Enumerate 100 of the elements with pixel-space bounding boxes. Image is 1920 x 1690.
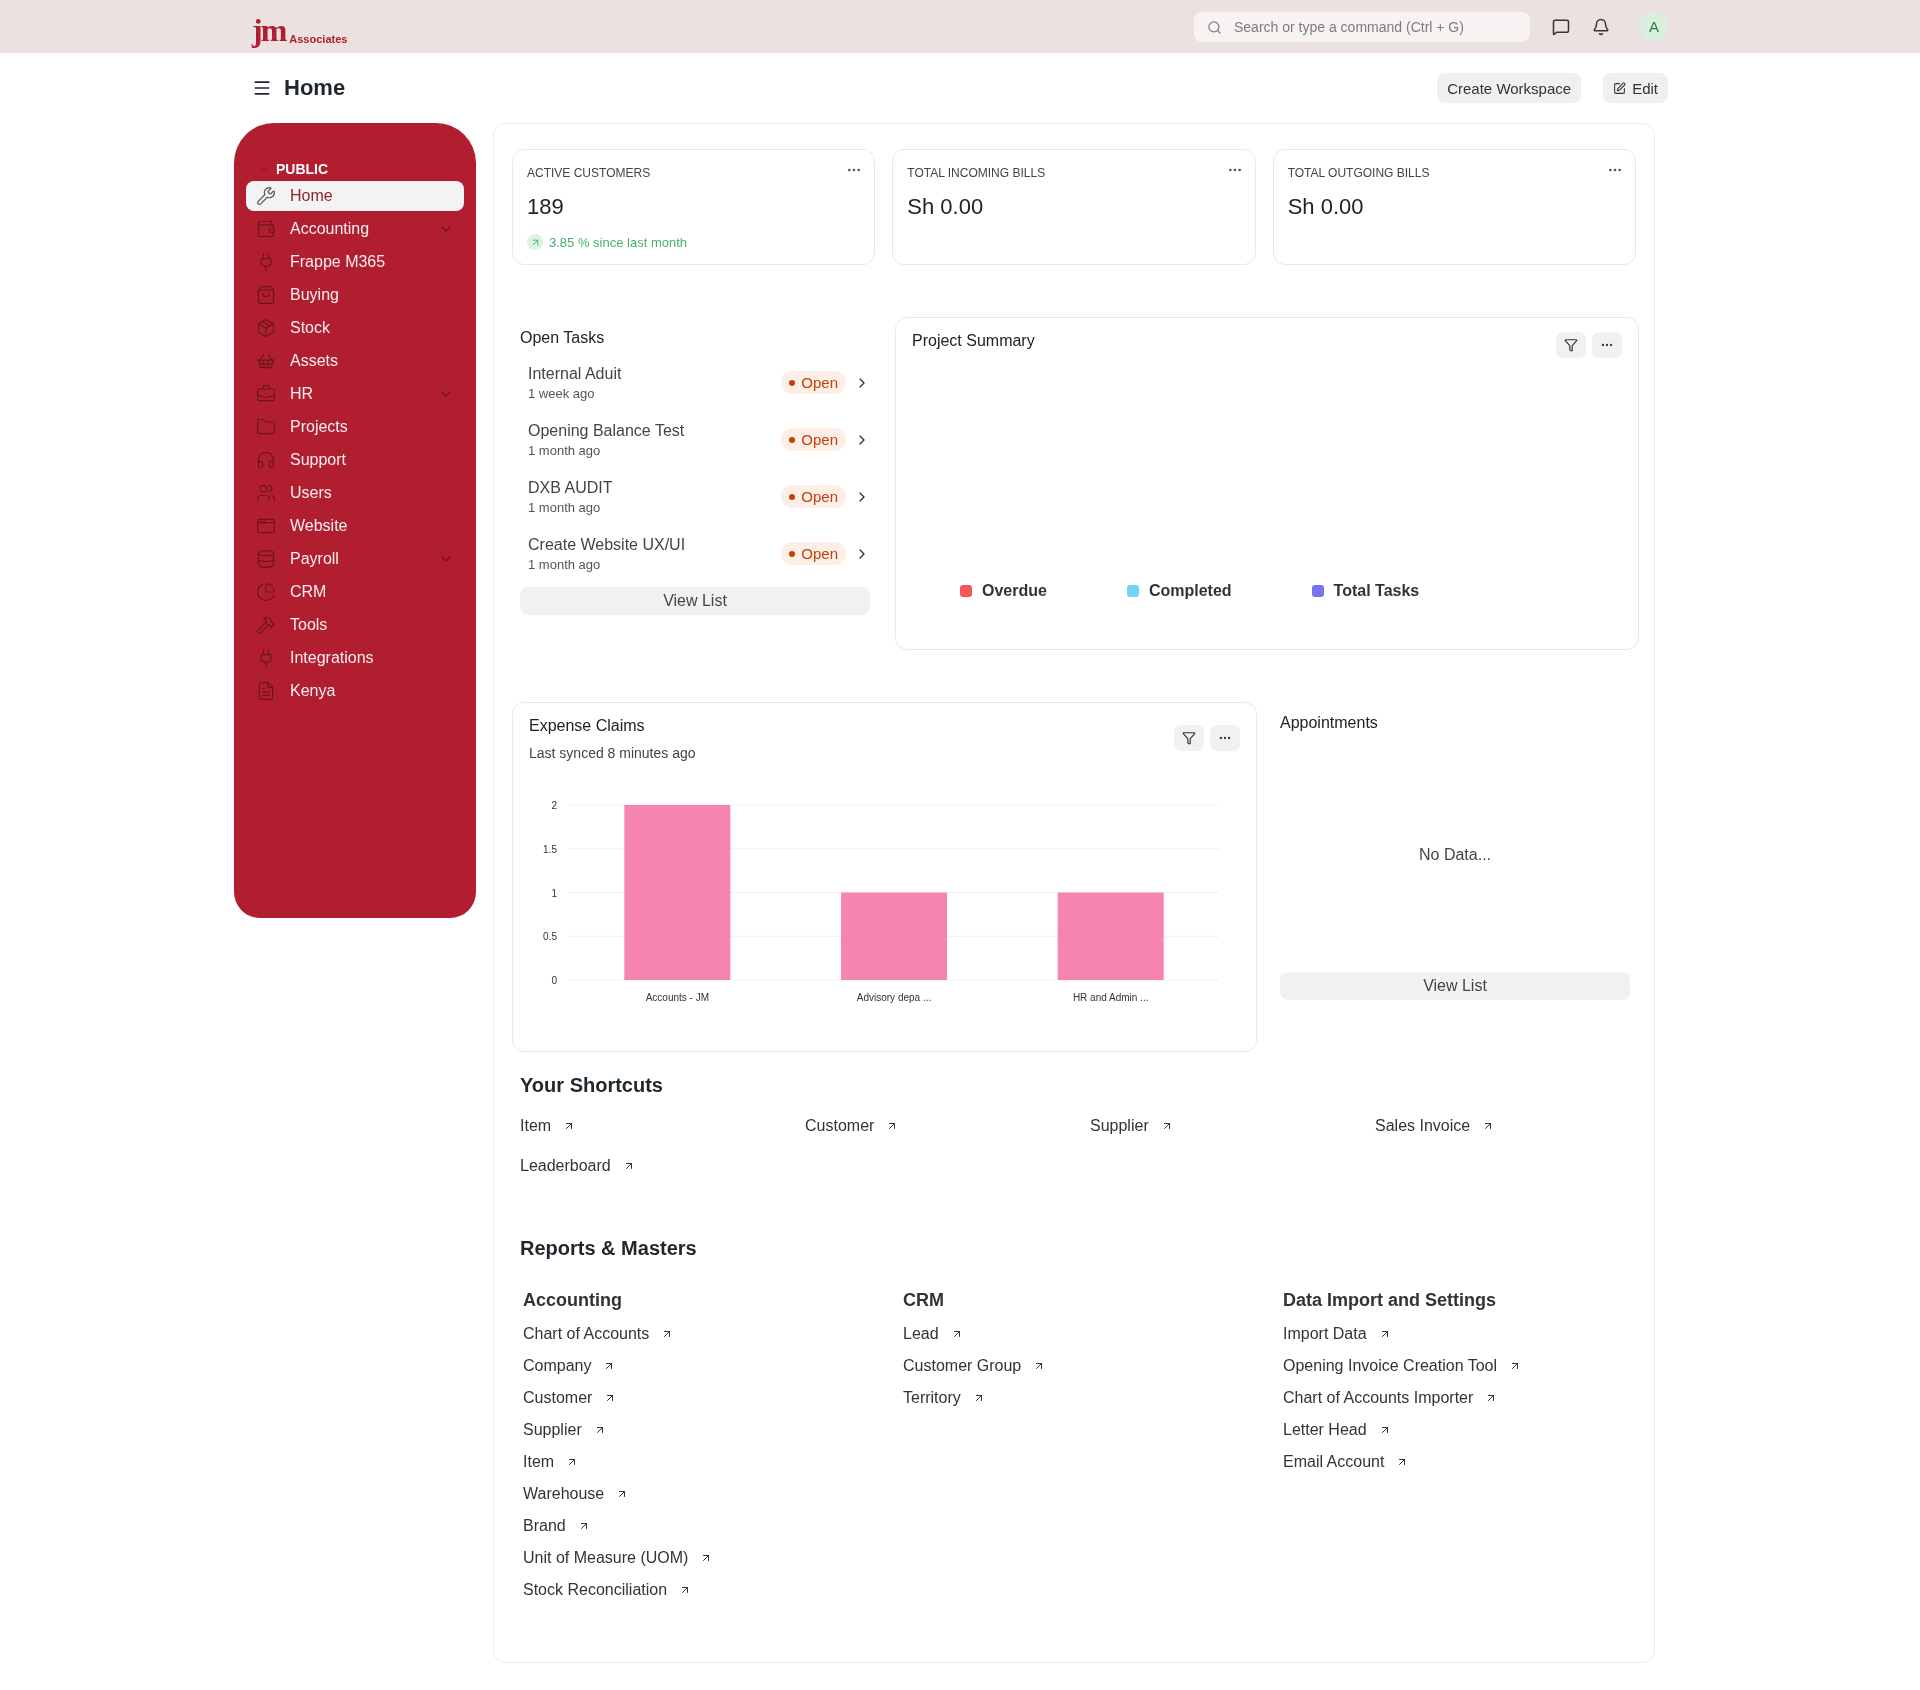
search-icon [1207,19,1222,35]
shortcut-link[interactable]: Supplier [1090,1117,1173,1135]
legend-item: Total Tasks [1311,582,1420,600]
report-link[interactable]: Chart of Accounts [523,1325,674,1343]
axis-label: 1.5 [543,843,557,855]
sidebar-item[interactable]: Integrations [246,643,464,673]
sidebar-item[interactable]: Payroll [246,544,464,574]
arrow-up-icon [527,234,543,250]
report-link[interactable]: Stock Reconciliation [523,1581,692,1599]
shortcut-link[interactable]: Leaderboard [520,1157,635,1175]
report-link[interactable]: Territory [903,1389,985,1407]
sidebar-item[interactable]: HR [246,379,464,409]
report-link[interactable]: Company [523,1357,616,1375]
view-list-button[interactable]: View List [520,587,870,615]
edit-button[interactable]: Edit [1603,73,1668,103]
wallet-icon [256,219,276,239]
hammer-icon [256,615,276,635]
section-title: Your Shortcuts [520,1074,664,1097]
database-icon [256,549,276,569]
briefcase-icon [256,384,276,404]
pie-chart-icon [256,582,276,602]
axis-label: 0 [551,975,557,986]
legend-item: Overdue [960,582,1047,600]
report-link[interactable]: Warehouse [523,1485,629,1503]
sidebar-item[interactable]: Frappe M365 [246,247,464,277]
status-badge: Open [781,542,846,565]
card-title: ACTIVE CUSTOMERS [527,166,651,180]
task-time: 1 month ago [528,499,602,515]
headphones-icon [256,450,276,470]
filter-icon [1564,338,1578,352]
group-title: CRM [903,1290,945,1311]
report-link[interactable]: Opening Invoice Creation Tool [1283,1357,1522,1375]
report-link[interactable]: Brand [523,1517,590,1535]
shortcut-link[interactable]: Customer [805,1117,899,1135]
status-badge: Open [781,428,846,451]
basket-icon [256,351,276,371]
report-link[interactable]: Supplier [523,1421,606,1439]
trend-text: 3.85 % since last month [549,234,688,250]
report-link[interactable]: Item [523,1453,579,1471]
group-title: Accounting [523,1290,623,1311]
sidebar-item[interactable]: Website [246,511,464,541]
report-link[interactable]: Customer [523,1389,617,1407]
task-title[interactable]: Internal Aduit [528,364,782,383]
card-value: Sh 0.00 [1287,194,1365,220]
task-time: 1 month ago [528,442,602,458]
window-icon [256,516,276,536]
legend-item: Completed [1126,582,1232,600]
sidebar-item[interactable]: Home [246,181,464,211]
bell-icon[interactable] [1592,17,1610,36]
report-link[interactable]: Lead [903,1325,963,1343]
report-link[interactable]: Import Data [1283,1325,1391,1343]
menu-icon[interactable] [252,78,272,98]
card-value: Sh 0.00 [907,194,985,220]
users-icon [256,483,276,503]
search-field[interactable]: Search or type a command (Ctrl + G) [1194,11,1530,42]
widget-title: Project Summary [912,332,1035,350]
status-badge: Open [781,485,846,508]
sidebar-item[interactable]: Support [246,445,464,475]
task-title[interactable]: Create Website UX/UI [528,535,782,554]
task-time: 1 week ago [528,385,596,401]
sidebar-item[interactable]: Buying [246,280,464,310]
wrench-icon [256,186,276,206]
package-icon [256,318,276,338]
page-title: Home [284,75,346,101]
card-title: TOTAL OUTGOING BILLS [1287,166,1430,180]
card-value: 189 [527,194,565,220]
report-link[interactable]: Chart of Accounts Importer [1283,1389,1498,1407]
chat-icon[interactable] [1552,17,1570,36]
report-link[interactable]: Letter Head [1283,1421,1391,1439]
task-title[interactable]: DXB AUDIT [528,478,782,497]
bag-icon [256,285,276,305]
sidebar-item[interactable]: Tools [246,610,464,640]
axis-label: 2 [551,800,557,811]
view-list-button[interactable]: View List [1280,972,1630,1000]
filter-button[interactable] [1174,725,1204,751]
create-workspace-button[interactable]: Create Workspace [1437,73,1582,103]
shortcut-link[interactable]: Item [520,1117,576,1135]
sidebar-item[interactable]: CRM [246,577,464,607]
widget-title: Expense Claims [529,717,645,735]
card-title: TOTAL INCOMING BILLS [907,166,1046,180]
shortcut-link[interactable]: Sales Invoice [1375,1117,1495,1135]
report-link[interactable]: Customer Group [903,1357,1046,1375]
axis-label: 0.5 [543,931,557,943]
document-icon [256,681,276,701]
sidebar-item[interactable]: Projects [246,412,464,442]
widget-title: Appointments [1280,714,1378,732]
report-link[interactable]: Email Account [1283,1453,1409,1471]
sidebar-item[interactable]: Users [246,478,464,508]
sidebar-item[interactable]: Assets [246,346,464,376]
sidebar-item[interactable]: Accounting [246,214,464,244]
edit-icon [1613,81,1627,95]
task-title[interactable]: Opening Balance Test [528,421,782,440]
avatar[interactable]: A [1640,12,1668,41]
group-title: Data Import and Settings [1283,1290,1498,1311]
filter-button[interactable] [1556,332,1586,358]
sidebar-item[interactable]: Kenya [246,676,464,706]
report-link[interactable]: Unit of Measure (UOM) [523,1549,713,1567]
sidebar-item[interactable]: Stock [246,313,464,343]
widget-title: Open Tasks [520,329,605,347]
section-label: PUBLIC [276,161,329,177]
